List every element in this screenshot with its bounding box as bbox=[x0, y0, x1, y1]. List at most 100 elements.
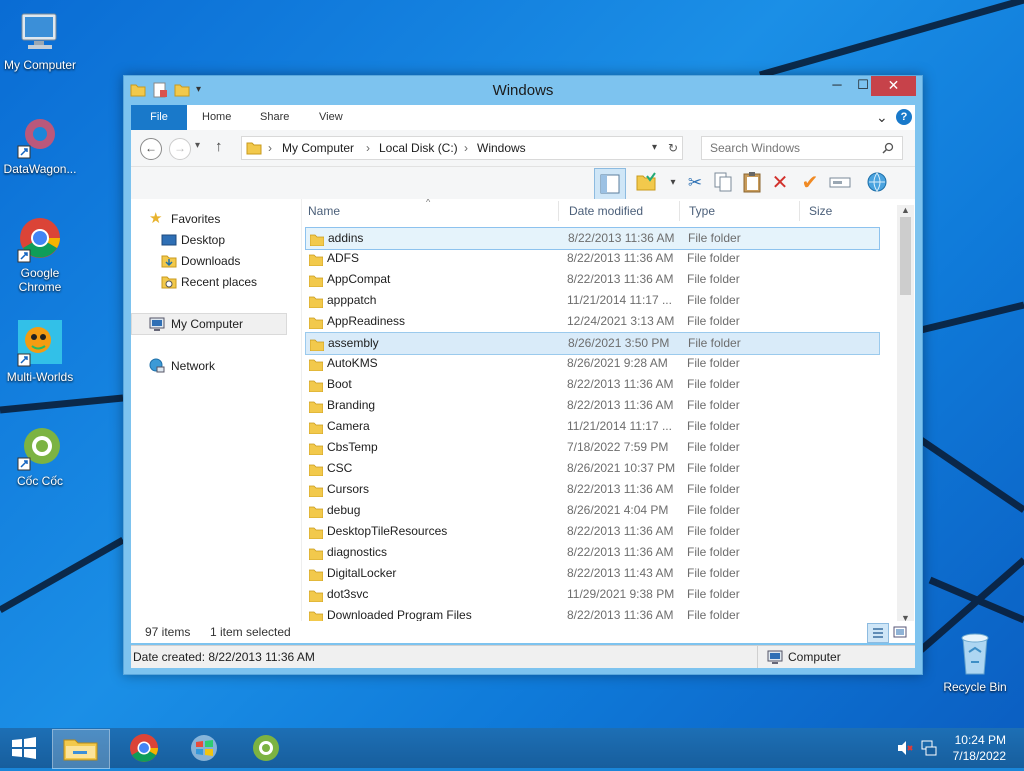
help-icon[interactable]: ? bbox=[896, 109, 912, 125]
table-row[interactable]: CSC 8/26/2021 10:37 PM File folder bbox=[305, 458, 878, 479]
table-row[interactable]: DesktopTileResources 8/22/2013 11:36 AM Fi… bbox=[305, 521, 878, 542]
table-row[interactable]: AppReadiness 12/24/2021 3:13 AM File folde… bbox=[305, 311, 878, 332]
column-header-type[interactable]: Type bbox=[689, 199, 715, 223]
chevron-down-icon[interactable]: ▾ bbox=[652, 137, 657, 159]
folder-icon bbox=[308, 252, 324, 267]
table-row[interactable]: Cursors 8/22/2013 11:36 AM File folder bbox=[305, 479, 878, 500]
back-button[interactable]: ← bbox=[140, 138, 162, 160]
select-dropdown-icon[interactable]: ▾ bbox=[661, 171, 685, 195]
taskbar-media-center[interactable] bbox=[176, 729, 232, 767]
table-row[interactable]: diagnostics 8/22/2013 11:36 AM File folder bbox=[305, 542, 878, 563]
file-name: diagnostics bbox=[327, 545, 388, 559]
file-date: 11/21/2014 11:17 ... bbox=[567, 293, 672, 307]
start-button[interactable] bbox=[0, 729, 48, 767]
desktop-icon-label: Recycle Bin bbox=[943, 680, 1007, 694]
folder-icon bbox=[308, 273, 324, 288]
rename-icon[interactable] bbox=[828, 171, 852, 195]
desktop-icon-coc-coc[interactable]: Cốc Cốc bbox=[0, 424, 80, 488]
coc-coc-icon bbox=[17, 428, 60, 471]
file-type: File folder bbox=[687, 293, 740, 307]
table-row[interactable]: ADFS 8/22/2013 11:36 AM File folder bbox=[305, 248, 878, 269]
expand-ribbon-icon[interactable]: ⌄ bbox=[876, 105, 888, 130]
details-view-button[interactable] bbox=[867, 623, 889, 643]
copy-icon[interactable] bbox=[711, 171, 735, 195]
vertical-scrollbar[interactable]: ▲ ▼ bbox=[897, 205, 914, 623]
desktop-icon-my-computer[interactable]: My Computer bbox=[0, 8, 80, 72]
preview-pane-button[interactable] bbox=[594, 168, 626, 200]
scroll-up-icon[interactable]: ▲ bbox=[897, 205, 914, 215]
recent-locations-icon[interactable]: ▾ bbox=[195, 140, 200, 151]
volume-muted-icon[interactable] bbox=[896, 739, 914, 757]
tab-file[interactable]: File bbox=[131, 105, 187, 130]
delete-icon[interactable]: ✕ bbox=[768, 171, 792, 195]
forward-button[interactable]: → bbox=[169, 138, 191, 160]
scrollbar-thumb[interactable] bbox=[900, 217, 911, 295]
system-clock[interactable]: 10:24 PM 7/18/2022 bbox=[953, 732, 1006, 764]
tab-home[interactable]: Home bbox=[202, 105, 231, 130]
taskbar-chrome[interactable] bbox=[116, 729, 172, 767]
table-row[interactable]: DigitalLocker 8/22/2013 11:43 AM File fold… bbox=[305, 563, 878, 584]
close-button[interactable]: ✕ bbox=[871, 76, 916, 96]
tab-view[interactable]: View bbox=[319, 105, 343, 130]
table-row[interactable]: CbsTemp 7/18/2022 7:59 PM File folder bbox=[305, 437, 878, 458]
search-box[interactable] bbox=[701, 136, 903, 160]
file-date: 8/22/2013 11:36 AM bbox=[567, 251, 674, 265]
file-name: Camera bbox=[327, 419, 370, 433]
column-header-name[interactable]: Name bbox=[308, 199, 340, 223]
cut-icon[interactable]: ✂ bbox=[683, 171, 707, 195]
table-row[interactable]: assembly 8/26/2021 3:50 PM File folder bbox=[305, 332, 880, 355]
folder-icon bbox=[308, 483, 324, 498]
nav-desktop-label: Desktop bbox=[181, 233, 226, 247]
title-bar[interactable]: ▾ Windows ─ ☐ ✕ bbox=[124, 76, 922, 104]
desktop-icon-chrome[interactable]: Google Chrome bbox=[0, 216, 80, 294]
up-button[interactable]: ↑ bbox=[215, 138, 223, 155]
folder-icon bbox=[308, 567, 324, 582]
nav-downloads[interactable]: Downloads bbox=[131, 251, 296, 271]
nav-recent-places[interactable]: Recent places bbox=[131, 272, 296, 292]
table-row[interactable]: dot3svc 11/29/2021 9:38 PM File folder bbox=[305, 584, 878, 605]
desktop-icon-datawagon[interactable]: DataWagon... bbox=[0, 112, 80, 176]
navigation-pane: ★ Favorites Desktop Downloads Recent pla… bbox=[131, 199, 302, 642]
nav-network[interactable]: Network bbox=[131, 356, 296, 376]
network-globe-icon[interactable] bbox=[865, 171, 889, 195]
network-status-icon[interactable] bbox=[920, 739, 938, 757]
desktop-icon-label: Google Chrome bbox=[18, 266, 62, 294]
table-row[interactable]: apppatch 11/21/2014 11:17 ... File folder bbox=[305, 290, 878, 311]
desktop-icon-multi-worlds[interactable]: Multi-Worlds bbox=[0, 320, 80, 384]
table-row[interactable]: Camera 11/21/2014 11:17 ... File folder bbox=[305, 416, 878, 437]
column-header-date[interactable]: Date modified bbox=[569, 199, 643, 223]
column-header-size[interactable]: Size bbox=[809, 199, 832, 223]
address-bar[interactable]: › My Computer › Local Disk (C:) › Window… bbox=[241, 136, 683, 160]
column-divider bbox=[558, 201, 559, 221]
nav-favorites[interactable]: ★ Favorites bbox=[131, 209, 296, 229]
table-row[interactable]: Branding 8/22/2013 11:36 AM File folder bbox=[305, 395, 878, 416]
folder-icon bbox=[308, 294, 324, 309]
table-row[interactable]: debug 8/26/2021 4:04 PM File folder bbox=[305, 500, 878, 521]
tab-share[interactable]: Share bbox=[260, 105, 289, 130]
divider bbox=[757, 646, 758, 668]
refresh-icon[interactable]: ↻ bbox=[668, 137, 678, 159]
taskbar-file-explorer[interactable] bbox=[52, 729, 110, 769]
desktop-icon-recycle-bin[interactable]: Recycle Bin bbox=[935, 630, 1015, 694]
table-row[interactable]: Boot 8/22/2013 11:36 AM File folder bbox=[305, 374, 878, 395]
nav-my-computer-label: My Computer bbox=[171, 317, 244, 331]
network-icon bbox=[149, 358, 165, 374]
breadcrumb-windows[interactable]: Windows bbox=[477, 137, 526, 159]
table-row[interactable]: addins 8/22/2013 11:36 AM File folder bbox=[305, 227, 880, 250]
taskbar-coc-coc[interactable] bbox=[238, 729, 294, 767]
select-icon[interactable] bbox=[634, 171, 658, 195]
nav-my-computer[interactable]: My Computer bbox=[131, 313, 287, 335]
minimize-button[interactable]: ─ bbox=[824, 76, 850, 96]
breadcrumb-my-computer[interactable]: My Computer bbox=[282, 137, 354, 159]
search-input[interactable] bbox=[708, 140, 882, 156]
table-row[interactable]: AppCompat 8/22/2013 11:36 AM File folder bbox=[305, 269, 878, 290]
checkmark-icon[interactable]: ✔ bbox=[798, 171, 822, 195]
desktop-icon-label: DataWagon... bbox=[3, 162, 77, 176]
large-icons-view-button[interactable] bbox=[891, 623, 909, 641]
file-type: File folder bbox=[687, 503, 740, 517]
paste-icon[interactable] bbox=[740, 171, 764, 195]
explorer-window: ▾ Windows ─ ☐ ✕ File Home Share View ⌄ ?… bbox=[123, 75, 923, 675]
table-row[interactable]: AutoKMS 8/26/2021 9:28 AM File folder bbox=[305, 353, 878, 374]
breadcrumb-local-disk[interactable]: Local Disk (C:) bbox=[379, 137, 458, 159]
nav-desktop[interactable]: Desktop bbox=[131, 230, 296, 250]
